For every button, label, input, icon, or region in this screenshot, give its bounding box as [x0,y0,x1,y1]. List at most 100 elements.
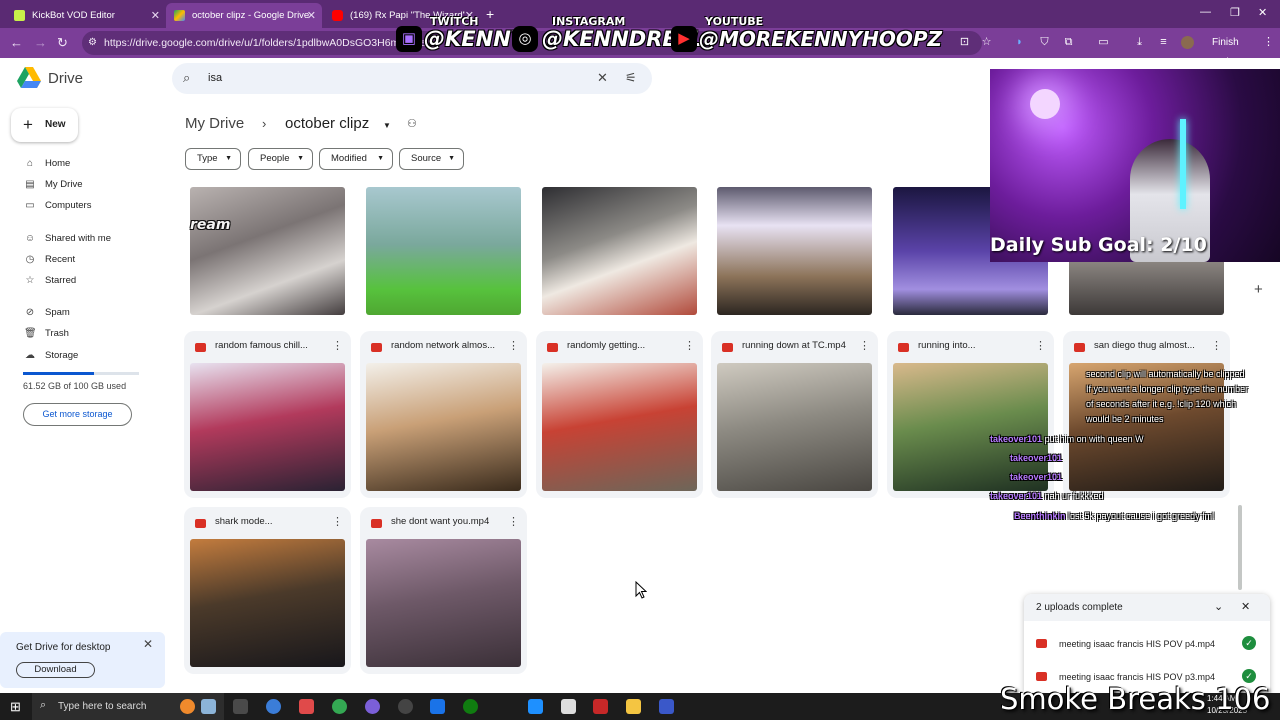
sidebar-item-recent[interactable]: ◷ Recent [24,251,75,269]
taskbar-search[interactable]: ⌕ Type here to search [32,693,224,720]
discord-icon[interactable] [365,699,380,714]
more-menu-icon[interactable]: ⋮ [1262,36,1275,49]
file-card[interactable]: random network almos... ⋮ [360,331,527,498]
scrollbar[interactable] [1238,505,1242,590]
xbox-icon[interactable] [463,699,478,714]
more-actions-icon[interactable]: ⋮ [1211,339,1222,352]
clear-search-icon[interactable]: ✕ [597,70,608,86]
close-icon[interactable]: ✕ [151,9,160,22]
obs-icon[interactable] [398,699,413,714]
file-card[interactable]: running down at TC.mp4 ⋮ [711,331,878,498]
chrome-icon[interactable] [332,699,347,714]
forward-icon[interactable]: → [34,35,47,50]
app-icon[interactable] [561,699,576,714]
search-icon[interactable]: ⌕ [183,70,190,86]
sidebar-item-label: Storage [45,350,79,361]
more-actions-icon[interactable]: ⋮ [508,339,519,352]
download-icon[interactable]: ⤓ [1133,36,1146,49]
outlook-icon[interactable] [430,699,445,714]
upload-item-name[interactable]: meeting isaac francis HIS POV p3.mp4 [1059,672,1215,682]
tab-google-drive[interactable]: october clipz - Google Drive ✕ [166,3,322,28]
get-more-storage-button[interactable]: Get more storage [23,403,132,426]
share-icon[interactable]: ⚇ [407,117,417,130]
add-panel-icon[interactable]: + [1254,281,1263,298]
file-thumbnail[interactable] [717,187,872,315]
install-icon[interactable]: ⊡ [958,36,971,49]
google-drive-logo[interactable] [16,66,42,90]
ghost-overlay-text: ream [190,217,231,233]
copilot-icon[interactable] [266,699,281,714]
breadcrumb-current-folder[interactable]: october clipz [285,115,369,132]
voice-app-icon[interactable] [593,699,608,714]
sidepanel-icon[interactable]: ▭ [1097,36,1110,49]
close-window-icon[interactable]: ✕ [1258,6,1267,19]
more-actions-icon[interactable]: ⋮ [859,339,870,352]
file-card[interactable]: shark mode... ⋮ [184,507,351,674]
new-tab-icon[interactable]: + [486,6,494,22]
sidebar-item-home[interactable]: ⌂ Home [24,155,70,173]
chat-username: Beenthinkin [1014,511,1066,521]
bookmark-star-icon[interactable]: ☆ [980,36,993,49]
filter-people[interactable]: People ▼ [248,148,313,170]
extension-icon[interactable]: ◗ [1013,36,1026,49]
sidebar-item-spam[interactable]: ⊘ Spam [24,304,70,322]
file-card[interactable]: she dont want you.mp4 ⋮ [360,507,527,674]
site-info-icon[interactable]: ⚙ [88,31,97,55]
sidebar-item-label: My Drive [45,179,83,190]
upload-item-name[interactable]: meeting isaac francis HIS POV p4.mp4 [1059,639,1215,649]
file-card[interactable]: randomly getting... ⋮ [536,331,703,498]
file-thumbnail[interactable] [366,187,521,315]
search-input[interactable]: isa [208,72,222,84]
more-actions-icon[interactable]: ⋮ [332,515,343,528]
restore-icon[interactable]: ❐ [1230,6,1240,19]
sidebar-item-label: Shared with me [45,233,112,244]
close-icon[interactable]: ✕ [1241,600,1250,613]
sidebar-item-shared[interactable]: ☺ Shared with me [24,230,111,248]
more-actions-icon[interactable]: ⋮ [1035,339,1046,352]
sidebar-item-storage[interactable]: ☁ Storage [24,347,78,365]
reload-icon[interactable]: ↻ [57,35,68,51]
folder-menu-caret-icon[interactable]: ▼ [383,121,391,130]
app-icon[interactable] [201,699,216,714]
taskbar-search-input[interactable]: Type here to search [58,701,146,712]
tab-kickbot[interactable]: KickBot VOD Editor ✕ [6,3,166,28]
more-actions-icon[interactable]: ⋮ [508,515,519,528]
puzzle-icon[interactable]: ⧉ [1062,36,1075,49]
app-icon[interactable] [659,699,674,714]
store-icon[interactable] [299,699,314,714]
profile-avatar[interactable] [1181,36,1194,49]
filter-type[interactable]: Type ▼ [185,148,241,170]
basketball-icon[interactable] [180,699,195,714]
shield-icon[interactable]: ⛉ [1038,36,1051,49]
file-thumbnail[interactable] [190,187,345,315]
sidebar-item-computers[interactable]: ▭ Computers [24,197,91,215]
more-actions-icon[interactable]: ⋮ [684,339,695,352]
breadcrumb-my-drive[interactable]: My Drive [185,115,244,132]
sidebar-item-starred[interactable]: ☆ Starred [24,272,77,290]
filter-modified[interactable]: Modified ▼ [319,148,393,170]
new-button[interactable]: + New [11,108,78,142]
sidebar-item-trash[interactable]: 🗑 Trash [24,325,69,343]
chat-message: of seconds after it e.g. !clip 120 which [1086,399,1237,409]
minimize-icon[interactable]: — [1200,6,1211,18]
chat-message: would be 2 minutes [1086,414,1164,424]
close-icon[interactable]: ✕ [307,9,316,22]
sidebar-item-my-drive[interactable]: ▤ My Drive [24,176,82,194]
download-button[interactable]: Download [16,662,95,678]
file-thumbnail[interactable] [542,187,697,315]
file-explorer-icon[interactable] [626,699,641,714]
task-view-icon[interactable] [233,699,248,714]
close-icon[interactable]: ✕ [143,637,153,651]
promo-title: Get Drive for desktop [16,642,111,653]
video-file-icon [195,519,206,528]
search-bar[interactable]: ⌕ isa ✕ ⚟ [172,63,652,94]
filter-source[interactable]: Source ▼ [399,148,464,170]
media-icon[interactable]: ≡ [1157,36,1170,49]
more-actions-icon[interactable]: ⋮ [332,339,343,352]
windows-start-icon[interactable]: ⊞ [10,699,21,715]
search-options-icon[interactable]: ⚟ [625,70,637,86]
file-card[interactable]: random famous chill... ⋮ [184,331,351,498]
back-icon[interactable]: ← [10,35,23,50]
app-icon[interactable] [528,699,543,714]
chevron-down-icon[interactable]: ⌄ [1214,600,1223,613]
